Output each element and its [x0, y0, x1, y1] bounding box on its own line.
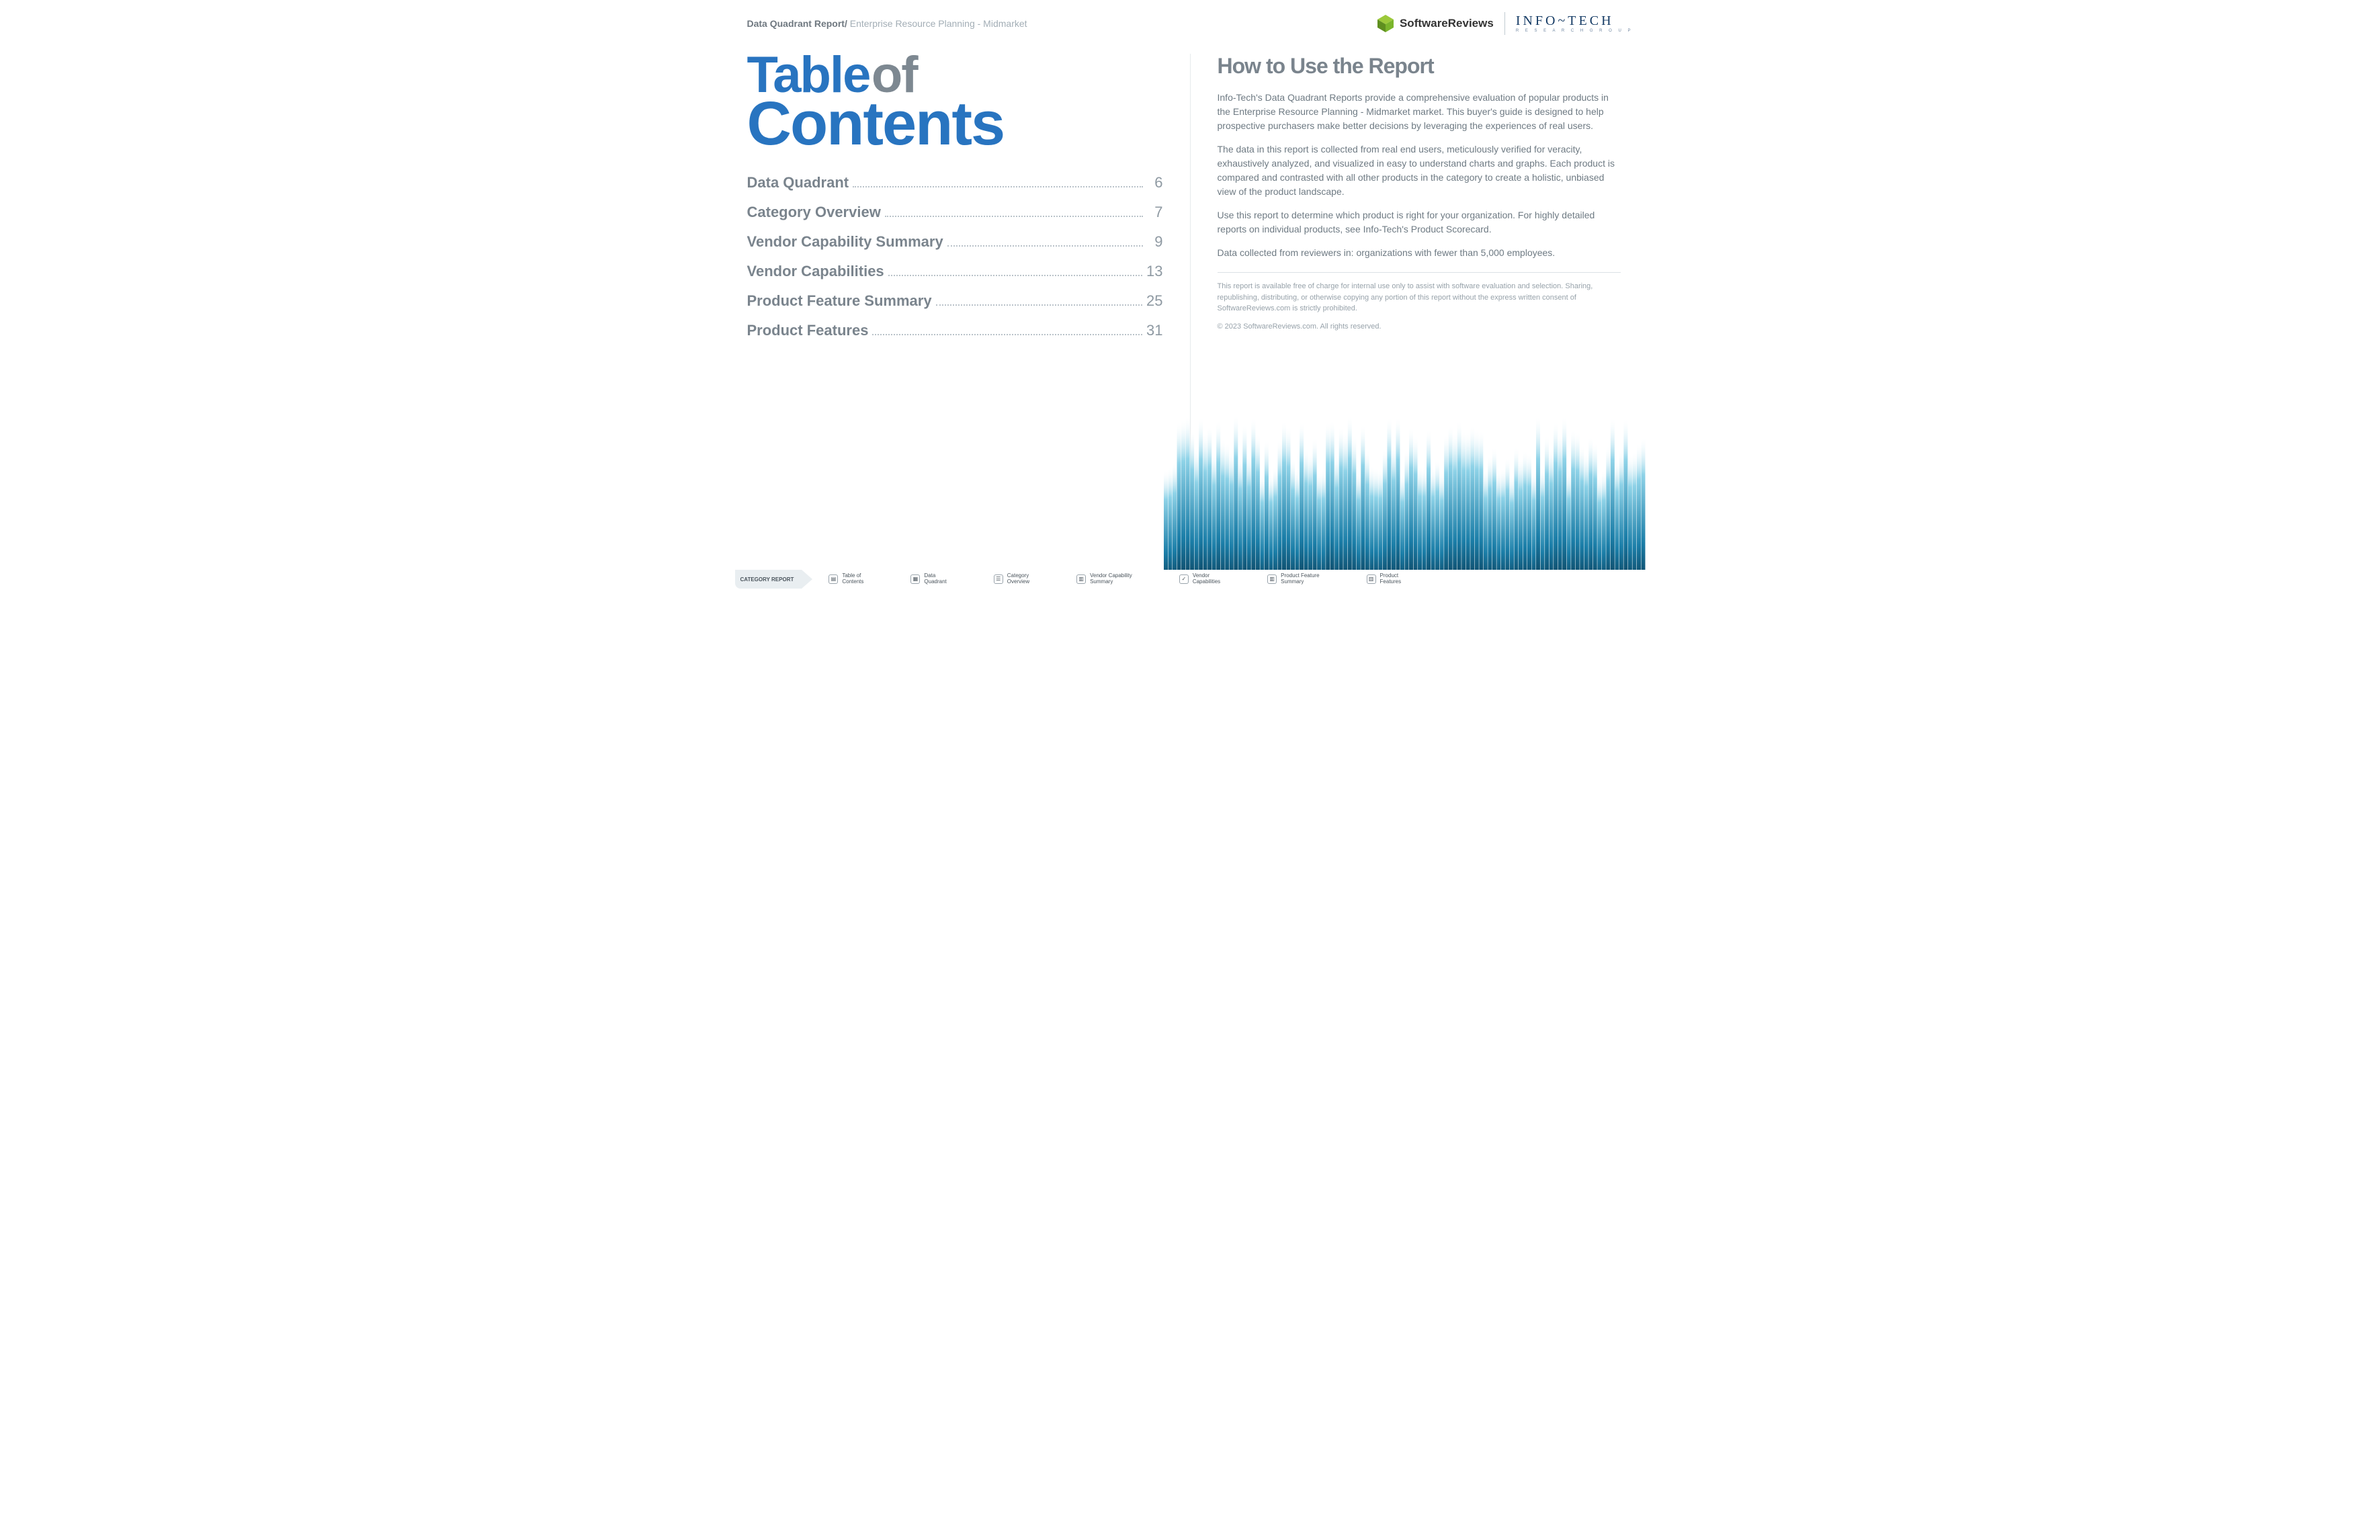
toc-page: 7 [1147, 204, 1163, 221]
toc-dots [936, 304, 1142, 306]
copyright: © 2023 SoftwareReviews.com. All rights r… [1218, 321, 1621, 333]
howto-p2: The data in this report is collected fro… [1218, 142, 1621, 199]
footer-item-label: Vendor CapabilitySummary [1090, 573, 1132, 585]
footer-item-label: VendorCapabilities [1193, 573, 1220, 585]
toc-dots [888, 275, 1142, 276]
fine-print: This report is available free of charge … [1218, 281, 1621, 314]
howto-p1: Info-Tech's Data Quadrant Reports provid… [1218, 91, 1621, 133]
breadcrumb-category: Enterprise Resource Planning - Midmarket [847, 18, 1027, 29]
infotech-logo: INFO~TECH R E S E A R C H G R O U P [1516, 14, 1633, 33]
logo-separator [1504, 12, 1505, 35]
list-icon: ☰ [994, 574, 1003, 584]
footer-item-label: Product FeatureSummary [1281, 573, 1319, 585]
toc-row[interactable]: Vendor Capabilities 13 [747, 263, 1163, 280]
grid-icon: ▦ [910, 574, 920, 584]
footer-item-label: DataQuadrant [924, 573, 946, 585]
footer-item-label: CategoryOverview [1007, 573, 1029, 585]
breadcrumb: Data Quadrant Report/ Enterprise Resourc… [747, 18, 1027, 29]
infotech-text: INFO~TECH [1516, 14, 1633, 28]
toc-dots [947, 245, 1143, 247]
breadcrumb-report: Data Quadrant Report/ [747, 18, 847, 29]
howto-p3: Use this report to determine which produ… [1218, 208, 1621, 237]
toc-row[interactable]: Product Feature Summary 25 [747, 292, 1163, 310]
toc-dots [872, 334, 1142, 335]
toc-row[interactable]: Product Features 31 [747, 322, 1163, 339]
toc-row[interactable]: Vendor Capability Summary 9 [747, 233, 1163, 251]
footer-nav: CATEGORY REPORT ▤ Table ofContents ▦ DataQu… [735, 570, 1646, 589]
footer-item[interactable]: ✓ VendorCapabilities [1179, 573, 1220, 585]
toc-label: Product Features [747, 322, 869, 339]
left-column: Table of Contents Data Quadrant 6 Category… [747, 54, 1191, 562]
toc-page: 6 [1147, 174, 1163, 191]
logo-group: SoftwareReviews INFO~TECH R E S E A R C … [1375, 12, 1633, 35]
toc-label: Data Quadrant [747, 174, 849, 191]
header-bar: Data Quadrant Report/ Enterprise Resourc… [747, 12, 1633, 35]
footer-item[interactable]: ▥ ProductFeatures [1367, 573, 1402, 585]
toc-dots [853, 186, 1142, 187]
softwarereviews-logo: SoftwareReviews [1375, 13, 1494, 34]
table-icon: ▥ [1367, 574, 1376, 584]
divider [1218, 272, 1621, 273]
title-contents: Contents [747, 97, 1163, 150]
right-column: How to Use the Report Info-Tech's Data Q… [1191, 54, 1633, 562]
toc-dots [885, 216, 1143, 217]
toc-title: Table of Contents [747, 54, 1163, 150]
howto-p4: Data collected from reviewers in: organi… [1218, 246, 1621, 260]
toc-label: Vendor Capability Summary [747, 233, 943, 251]
footer-item[interactable]: ▥ Vendor CapabilitySummary [1076, 573, 1132, 585]
toc-page: 25 [1146, 292, 1162, 310]
footer-item[interactable]: ▤ Table ofContents [828, 573, 863, 585]
toc-page: 9 [1147, 233, 1163, 251]
table-icon: ▥ [1267, 574, 1277, 584]
cube-icon [1375, 13, 1396, 34]
toc-list: Data Quadrant 6 Category Overview 7 Vendor C… [747, 174, 1163, 339]
footer-item-label: Table ofContents [842, 573, 863, 585]
footer-item[interactable]: ▦ DataQuadrant [910, 573, 946, 585]
page-icon: ▤ [828, 574, 838, 584]
footer-category-tab[interactable]: CATEGORY REPORT [735, 570, 802, 589]
toc-label: Product Feature Summary [747, 292, 932, 310]
footer-item[interactable]: ▥ Product FeatureSummary [1267, 573, 1319, 585]
toc-page: 31 [1146, 322, 1162, 339]
howto-title: How to Use the Report [1218, 54, 1633, 79]
footer-item-label: ProductFeatures [1380, 573, 1402, 585]
toc-label: Category Overview [747, 204, 881, 221]
toc-row[interactable]: Category Overview 7 [747, 204, 1163, 221]
decorative-bars [1164, 400, 1646, 589]
footer-item[interactable]: ☰ CategoryOverview [994, 573, 1029, 585]
check-icon: ✓ [1179, 574, 1189, 584]
toc-page: 13 [1146, 263, 1162, 280]
toc-label: Vendor Capabilities [747, 263, 884, 280]
toc-row[interactable]: Data Quadrant 6 [747, 174, 1163, 191]
softwarereviews-text: SoftwareReviews [1400, 17, 1494, 30]
table-icon: ▥ [1076, 574, 1086, 584]
infotech-subtext: R E S E A R C H G R O U P [1516, 29, 1633, 33]
